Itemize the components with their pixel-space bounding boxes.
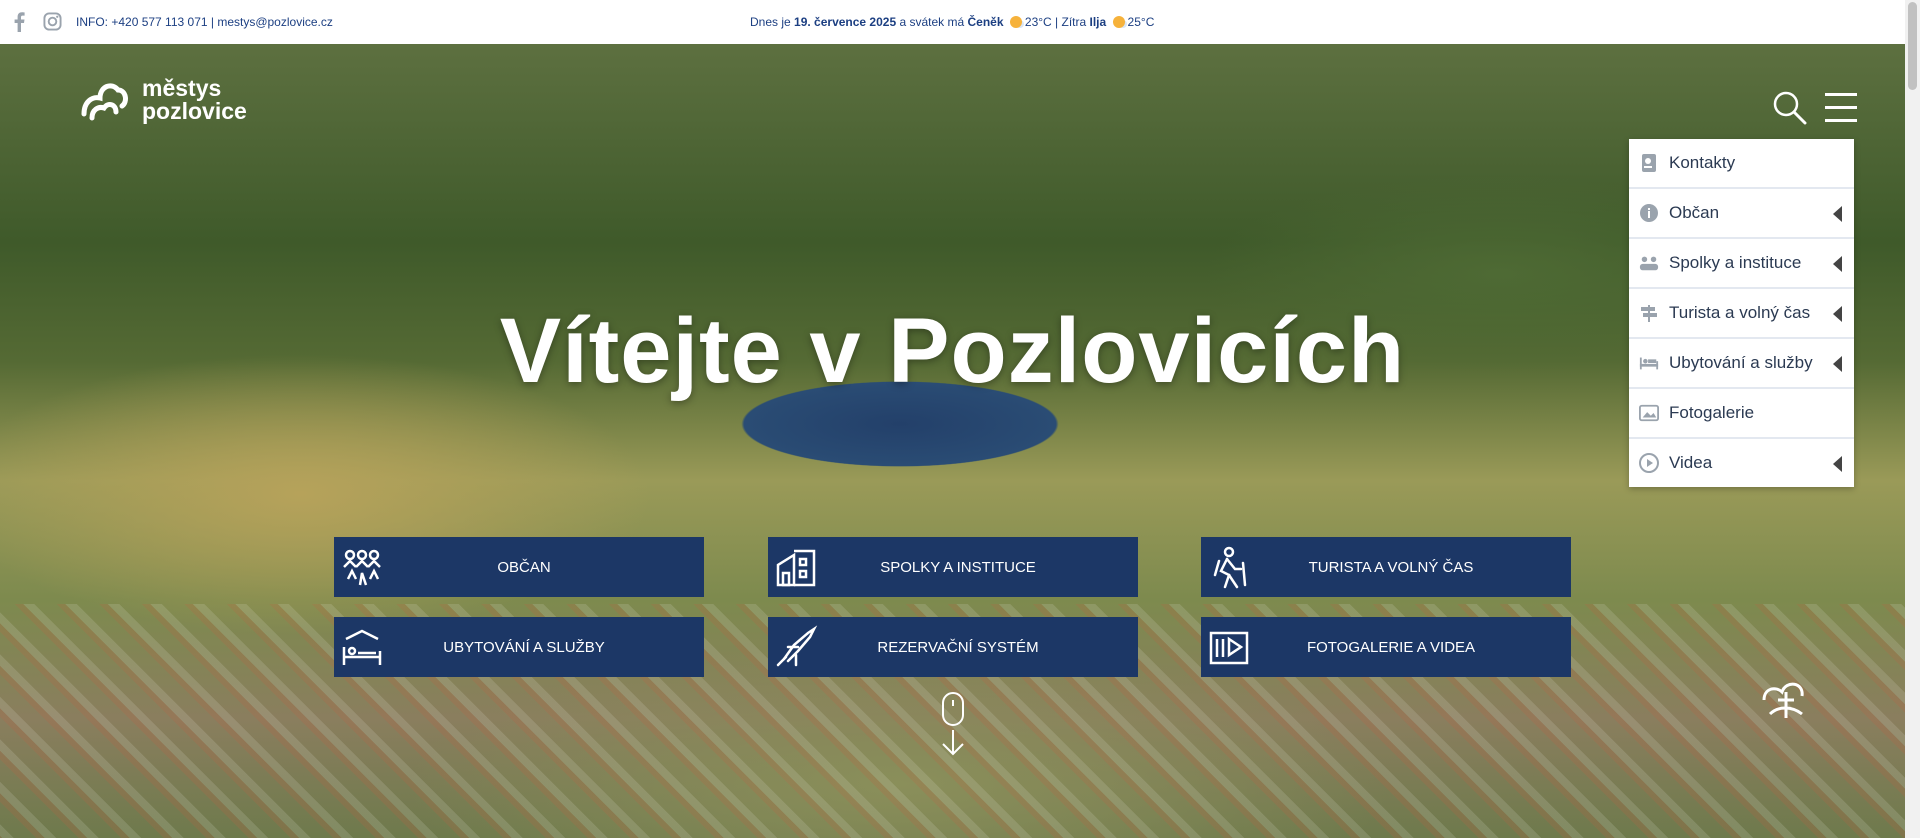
today-mid: a svátek má <box>899 15 965 29</box>
bed-icon <box>1639 353 1659 373</box>
submenu-caret-icon[interactable] <box>1833 306 1842 322</box>
menu-item-ubytovani[interactable]: Ubytování a služby <box>1629 339 1854 389</box>
tile-label: UBYTOVÁNÍ A SLUŽBY <box>443 638 605 656</box>
menu-item-spolky[interactable]: Spolky a instituce <box>1629 239 1854 289</box>
menu-item-label: Občan <box>1669 203 1720 222</box>
menu-item-label: Videa <box>1669 453 1713 472</box>
tile-label: OBČAN <box>497 558 551 576</box>
menu-item-obcan[interactable]: Občan <box>1629 189 1854 239</box>
tile-rezervace[interactable]: REZERVAČNÍ SYSTÉM <box>768 617 1138 677</box>
logo-mark-icon <box>81 83 128 121</box>
hero-title: Vítejte v Pozlovicích <box>499 300 1406 402</box>
tomorrow-nameday: Ilja <box>1089 15 1107 29</box>
info-icon <box>1639 203 1659 223</box>
menu-item-turista[interactable]: Turista a volný čas <box>1629 289 1854 339</box>
submenu-caret-icon[interactable] <box>1833 456 1842 472</box>
contact-card-icon <box>1639 153 1659 173</box>
today-nameday: Čeněk <box>967 15 1004 29</box>
building-icon <box>776 549 816 587</box>
contact-info[interactable]: INFO: +420 577 113 071 | mestys@pozlovic… <box>76 15 333 29</box>
scrollbar-thumb[interactable] <box>1908 2 1917 90</box>
menu-item-label: Turista a volný čas <box>1669 303 1811 322</box>
submenu-caret-icon[interactable] <box>1833 256 1842 272</box>
play-icon <box>1639 453 1659 473</box>
citizens-icon <box>343 549 381 586</box>
logo-text: městys pozlovice <box>142 77 247 123</box>
group-icon <box>1639 253 1659 273</box>
tile-label: TURISTA A VOLNÝ ČAS <box>1308 558 1474 576</box>
menu-item-fotogalerie[interactable]: Fotogalerie <box>1629 389 1854 439</box>
tile-label: FOTOGALERIE A VIDEA <box>1306 638 1476 656</box>
top-info-bar: INFO: +420 577 113 071 | mestys@pozlovic… <box>0 0 1905 44</box>
weather-sun-icon <box>1112 16 1125 28</box>
tile-spolky[interactable]: SPOLKY A INSTITUCE <box>768 537 1138 597</box>
gallery-icon <box>1639 403 1659 423</box>
tile-ubytovani[interactable]: UBYTOVÁNÍ A SLUŽBY <box>334 617 704 677</box>
tile-obcan[interactable]: OBČAN <box>334 537 704 597</box>
signpost-icon <box>1639 303 1659 323</box>
menu-item-label: Kontakty <box>1669 153 1736 172</box>
decorative-emblem-icon <box>1758 670 1814 731</box>
menu-item-label: Spolky a instituce <box>1669 253 1802 272</box>
hiker-icon <box>1213 546 1247 589</box>
tomorrow-prefix: | Zítra <box>1055 15 1087 29</box>
tile-label: SPOLKY A INSTITUCE <box>880 558 1036 576</box>
media-icon <box>1209 631 1249 665</box>
scroll-down-indicator[interactable] <box>938 692 968 763</box>
instagram-icon[interactable] <box>43 12 62 34</box>
logo-line-1: městys <box>142 75 222 101</box>
submenu-caret-icon[interactable] <box>1833 356 1842 372</box>
menu-item-label: Fotogalerie <box>1669 403 1755 422</box>
menu-item-kontakty[interactable]: Kontakty <box>1629 139 1854 189</box>
menu-item-videa[interactable]: Videa <box>1629 439 1854 487</box>
menu-item-label: Ubytování a služby <box>1669 353 1813 372</box>
search-icon[interactable] <box>1773 91 1807 130</box>
bed-icon <box>342 629 382 665</box>
today-date: 19. července 2025 <box>794 15 897 29</box>
hamburger-menu-icon[interactable] <box>1825 93 1857 128</box>
submenu-caret-icon[interactable] <box>1833 206 1842 222</box>
tile-label: REZERVAČNÍ SYSTÉM <box>877 638 1039 656</box>
tile-fotogalerie[interactable]: FOTOGALERIE A VIDEA <box>1201 617 1571 677</box>
mouse-scroll-icon <box>942 692 964 756</box>
site-logo[interactable]: městys pozlovice <box>78 74 247 126</box>
page-scrollbar[interactable] <box>1905 0 1920 838</box>
tile-turista[interactable]: TURISTA A VOLNÝ ČAS <box>1201 537 1571 597</box>
facebook-icon[interactable] <box>12 12 26 35</box>
main-dropdown-menu: Kontakty Občan Spolky a instituce Turist… <box>1629 139 1854 487</box>
tomorrow-temp: 25°C <box>1127 15 1155 29</box>
reservation-icon <box>776 625 818 667</box>
today-temp: 23°C <box>1024 15 1052 29</box>
today-prefix: Dnes je <box>750 15 791 29</box>
date-nameday-weather: Dnes je 19. července 2025 a svátek má Če… <box>750 15 1154 29</box>
logo-line-2: pozlovice <box>142 98 247 124</box>
weather-sun-icon <box>1009 16 1022 28</box>
